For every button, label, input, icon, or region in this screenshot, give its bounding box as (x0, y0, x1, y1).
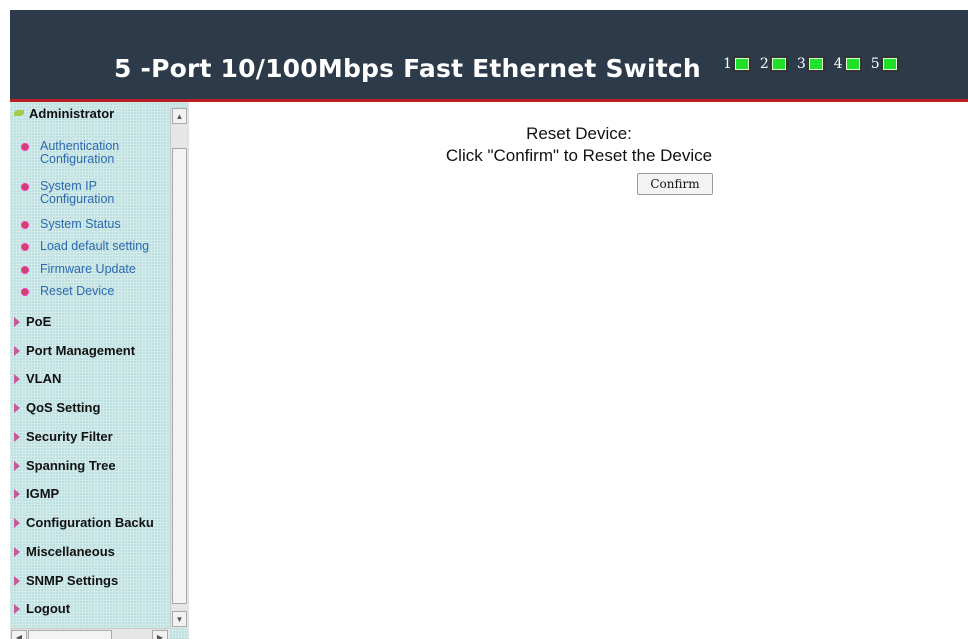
menu-configuration-backup[interactable]: Configuration Backu (14, 515, 154, 530)
menu-label: SNMP Settings (26, 573, 119, 588)
submenu-system-ip-configuration[interactable]: System IP Configuration (22, 180, 170, 206)
port-number: 2 (759, 56, 769, 72)
bullet-icon (22, 184, 28, 190)
menu-miscellaneous[interactable]: Miscellaneous (14, 544, 115, 559)
submenu-label: Load default setting (40, 239, 150, 253)
menu-label: Spanning Tree (26, 458, 116, 473)
device-title: 5 -Port 10/100Mbps Fast Ethernet Switch (114, 54, 701, 83)
bullet-icon (22, 267, 28, 273)
arrow-right-icon (14, 373, 20, 384)
port-number: 4 (833, 56, 843, 72)
menu-vlan[interactable]: VLAN (14, 371, 61, 386)
port-link-led-icon (880, 56, 899, 72)
submenu-authentication-configuration[interactable]: Authentication Configuration (22, 140, 170, 166)
port-link-led-icon (769, 56, 788, 72)
menu-label: Logout (26, 601, 71, 616)
submenu-reset-device[interactable]: Reset Device (22, 285, 170, 298)
port-link-led-icon (806, 56, 825, 72)
bullet-icon (22, 244, 28, 250)
port-4: 4 (834, 56, 862, 72)
submenu-load-default-setting[interactable]: Load default setting (22, 240, 170, 253)
menu-port-management[interactable]: Port Management (14, 343, 135, 358)
menu-logout[interactable]: Logout (14, 601, 70, 616)
sidebar-vertical-scrollbar[interactable]: ▲ ▼ (170, 108, 188, 628)
scroll-right-arrow-icon[interactable]: ▶ (152, 630, 168, 639)
menu-qos-setting[interactable]: QoS Setting (14, 400, 100, 415)
scroll-left-arrow-icon[interactable]: ◀ (11, 630, 27, 639)
arrow-right-icon (14, 316, 20, 327)
scroll-up-arrow-icon[interactable]: ▲ (172, 108, 187, 124)
arrow-right-icon (14, 575, 20, 586)
menu-label: VLAN (26, 371, 62, 386)
port-number: 3 (796, 56, 806, 72)
arrow-right-icon (14, 546, 20, 557)
submenu-label: System IP Configuration (40, 179, 115, 206)
menu-label: PoE (26, 314, 52, 329)
port-link-led-icon (732, 56, 751, 72)
submenu-firmware-update[interactable]: Firmware Update (22, 263, 170, 276)
arrow-right-icon (14, 345, 20, 356)
menu-spanning-tree[interactable]: Spanning Tree (14, 458, 116, 473)
menu-igmp[interactable]: IGMP (14, 486, 59, 501)
arrow-right-icon (14, 460, 20, 471)
port-number: 5 (870, 56, 880, 72)
reset-instruction: Click "Confirm" to Reset the Device (445, 146, 713, 165)
header-banner: 5 -Port 10/100Mbps Fast Ethernet Switch … (10, 10, 968, 102)
expanded-leaf-icon (14, 109, 24, 118)
submenu-label: System Status (40, 217, 121, 231)
port-status-panel: 1 2 3 4 5 (723, 56, 908, 72)
port-1: 1 (723, 56, 751, 72)
port-3: 3 (797, 56, 825, 72)
arrow-right-icon (14, 488, 20, 499)
menu-label: Miscellaneous (26, 544, 115, 559)
main-content: Reset Device: Click "Confirm" to Reset t… (188, 102, 968, 639)
menu-snmp-settings[interactable]: SNMP Settings (14, 573, 118, 588)
port-number: 1 (723, 56, 732, 72)
menu-administrator-label: Administrator (29, 106, 115, 121)
menu-label: Security Filter (26, 429, 113, 444)
menu-label: Configuration Backu (26, 515, 154, 530)
page-title: Reset Device: (526, 124, 632, 143)
submenu-label: Reset Device (40, 284, 115, 298)
scrollbar-thumb[interactable] (172, 148, 187, 604)
menu-poe[interactable]: PoE (14, 314, 51, 329)
confirm-button[interactable]: Confirm (637, 173, 713, 195)
sidebar-horizontal-scrollbar[interactable]: ◀ ▶ (10, 628, 170, 639)
scroll-down-arrow-icon[interactable]: ▼ (172, 611, 187, 627)
menu-security-filter[interactable]: Security Filter (14, 429, 113, 444)
submenu-label: Firmware Update (40, 262, 136, 276)
menu-label: QoS Setting (26, 400, 101, 415)
bullet-icon (22, 144, 28, 150)
arrow-right-icon (14, 517, 20, 528)
port-5: 5 (871, 56, 899, 72)
sidebar-menu: Administrator Authentication Configurati… (10, 102, 188, 639)
menu-administrator[interactable]: Administrator (14, 106, 114, 121)
bullet-icon (22, 222, 28, 228)
menu-label: IGMP (26, 486, 60, 501)
arrow-right-icon (14, 402, 20, 413)
arrow-right-icon (14, 431, 20, 442)
port-link-led-icon (843, 56, 862, 72)
port-2: 2 (760, 56, 788, 72)
menu-label: Port Management (26, 343, 136, 358)
submenu-system-status[interactable]: System Status (22, 218, 170, 231)
scrollbar-thumb[interactable] (28, 630, 112, 639)
arrow-right-icon (14, 603, 20, 614)
bullet-icon (22, 289, 28, 295)
submenu-label: Authentication Configuration (40, 139, 120, 166)
